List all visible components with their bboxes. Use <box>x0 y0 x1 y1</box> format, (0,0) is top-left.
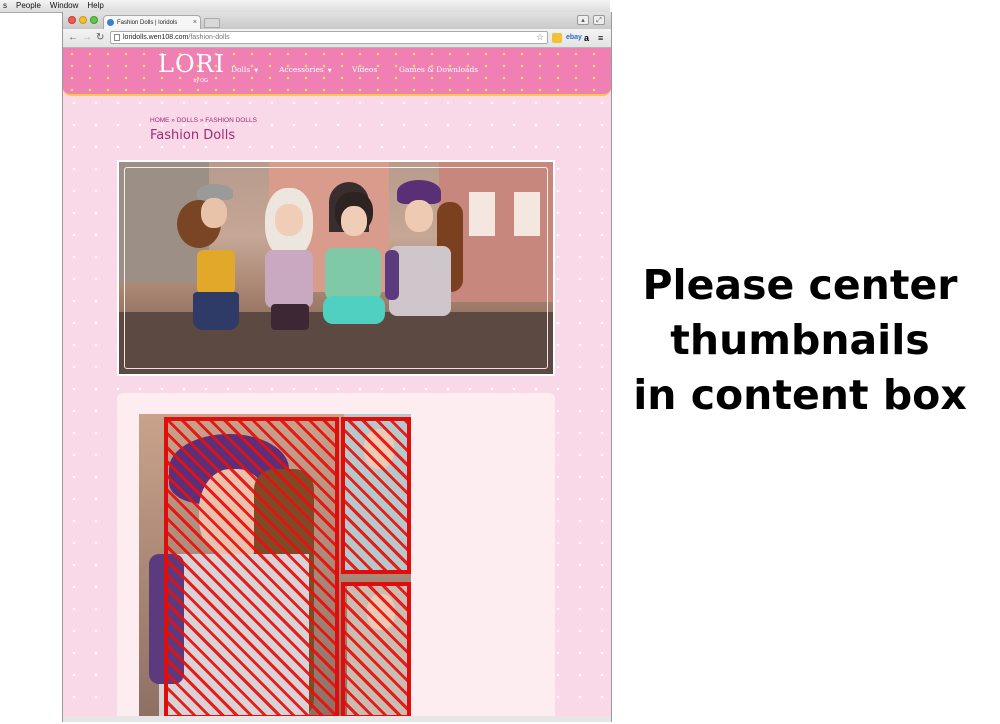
fullscreen-icon[interactable]: ⤢ <box>593 15 605 25</box>
chevron-down-icon: ▼ <box>327 68 332 74</box>
browser-tab-active[interactable]: Fashion Dolls | loridols × <box>103 15 201 29</box>
new-tab-button[interactable] <box>204 18 220 28</box>
nav-item-dolls[interactable]: Dolls ▼ <box>231 65 258 74</box>
page-icon <box>114 34 120 41</box>
minimize-window-button[interactable] <box>79 16 87 24</box>
url-host: loridolls.wen108.com <box>123 34 189 41</box>
breadcrumb[interactable]: HOME » DOLLS » FASHION DOLLS <box>150 117 257 124</box>
page-title: Fashion Dolls <box>150 128 236 143</box>
annotation-line-1: Please center <box>642 261 958 309</box>
close-window-button[interactable] <box>68 16 76 24</box>
markup-thumbnail-top-right <box>341 417 411 574</box>
os-menu-window[interactable]: Window <box>50 1 78 10</box>
tab-title: Fashion Dolls | loridols <box>117 20 178 26</box>
site-header: LORI by OG Dolls ▼ Accessories ▼ Videos Ga… <box>63 48 611 96</box>
nav-item-games-downloads[interactable]: Games & Downloads <box>399 65 478 74</box>
nav-item-videos[interactable]: Videos <box>352 65 377 74</box>
zoom-window-button[interactable] <box>90 16 98 24</box>
url-path: /fashion-dolls <box>188 34 230 41</box>
tab-strip: Fashion Dolls | loridols × ▴ ⤢ <box>63 12 611 29</box>
chrome-menu-icon[interactable]: ≡ <box>598 33 603 43</box>
profile-icon[interactable]: ▴ <box>577 15 589 25</box>
hero-frame <box>124 167 548 369</box>
browser-status-bar <box>63 716 611 722</box>
logo-text: LORI <box>158 50 226 78</box>
tab-close-icon[interactable]: × <box>193 16 197 29</box>
hero-image <box>117 160 555 376</box>
forward-button[interactable]: → <box>82 31 92 44</box>
back-button[interactable]: ← <box>68 31 78 44</box>
annotation-note: Please center thumbnails in content box <box>630 258 970 423</box>
extension-icon[interactable] <box>552 33 562 43</box>
amazon-extension-icon[interactable]: a <box>584 33 589 43</box>
nav-item-accessories[interactable]: Accessories ▼ <box>279 65 332 74</box>
reload-button[interactable]: ↻ <box>96 31 104 44</box>
page-viewport: LORI by OG Dolls ▼ Accessories ▼ Videos Ga… <box>63 48 611 722</box>
favicon-icon <box>107 19 114 26</box>
os-menu-help[interactable]: Help <box>87 1 103 10</box>
os-menu-item[interactable]: s <box>3 1 7 10</box>
ebay-extension-icon[interactable]: ebay <box>566 33 582 43</box>
chevron-down-icon: ▼ <box>254 68 259 74</box>
lori-logo[interactable]: LORI by OG <box>158 50 226 90</box>
bookmark-star-icon[interactable]: ☆ <box>536 32 544 43</box>
annotation-line-2: thumbnails <box>670 316 930 364</box>
browser-toolbar: ← → ↻ loridolls.wen108.com/fashion-dolls… <box>63 29 611 48</box>
annotation-line-3: in content box <box>633 371 967 419</box>
markup-thumbnail-bottom-right <box>341 582 411 719</box>
markup-large-thumbnail <box>164 417 339 719</box>
address-bar[interactable]: loridolls.wen108.com/fashion-dolls ☆ <box>110 31 548 44</box>
logo-subtext: by OG <box>193 78 208 84</box>
os-menu-people[interactable]: People <box>16 1 41 10</box>
thumbnail-grid <box>139 414 411 722</box>
browser-window: Fashion Dolls | loridols × ▴ ⤢ ← → ↻ lor… <box>62 12 612 722</box>
